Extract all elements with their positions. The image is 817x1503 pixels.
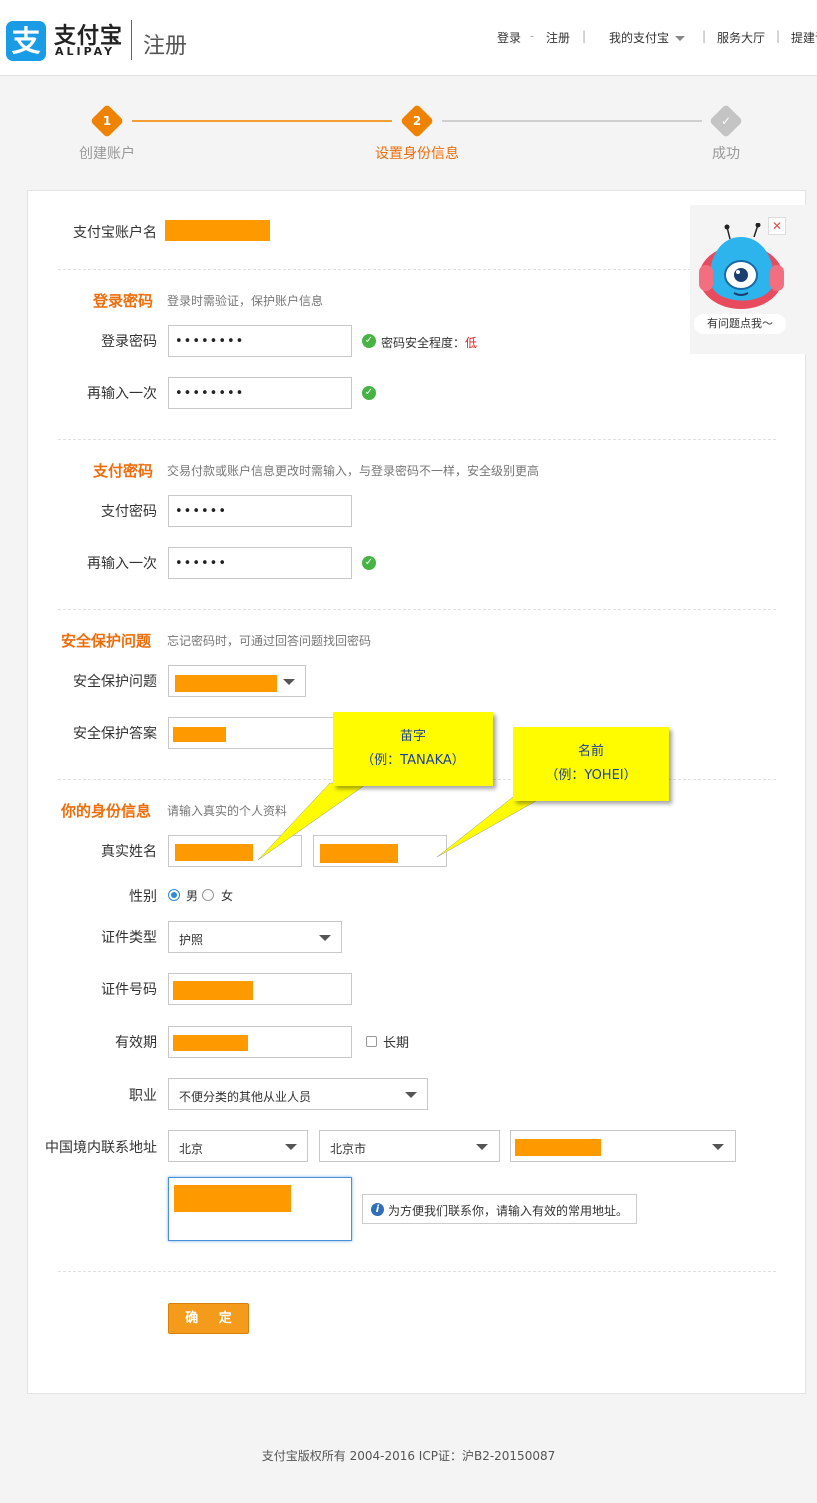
- given-name-callout-title: 名前: [577, 744, 604, 759]
- surname-callout-example: （例：TANAKA）: [361, 753, 465, 768]
- footer-copyright: 支付宝版权所有 2004-2016 ICP证：沪B2-20150087: [261, 1449, 556, 1463]
- surname-callout: 苗字 （例：TANAKA）: [333, 712, 493, 786]
- help-robot-widget[interactable]: ✕ 有问题点我～: [690, 205, 806, 354]
- given-name-callout: 名前 （例：YOHEI）: [513, 727, 669, 801]
- robot-help-text[interactable]: 有问题点我～: [694, 314, 786, 334]
- given-name-callout-example: （例：YOHEI）: [545, 768, 637, 783]
- callout-pointer-surname: [257, 782, 369, 861]
- callout-pointer-given: [436, 796, 544, 858]
- robot-mascot-icon: [699, 223, 784, 309]
- surname-callout-title: 苗字: [399, 729, 426, 744]
